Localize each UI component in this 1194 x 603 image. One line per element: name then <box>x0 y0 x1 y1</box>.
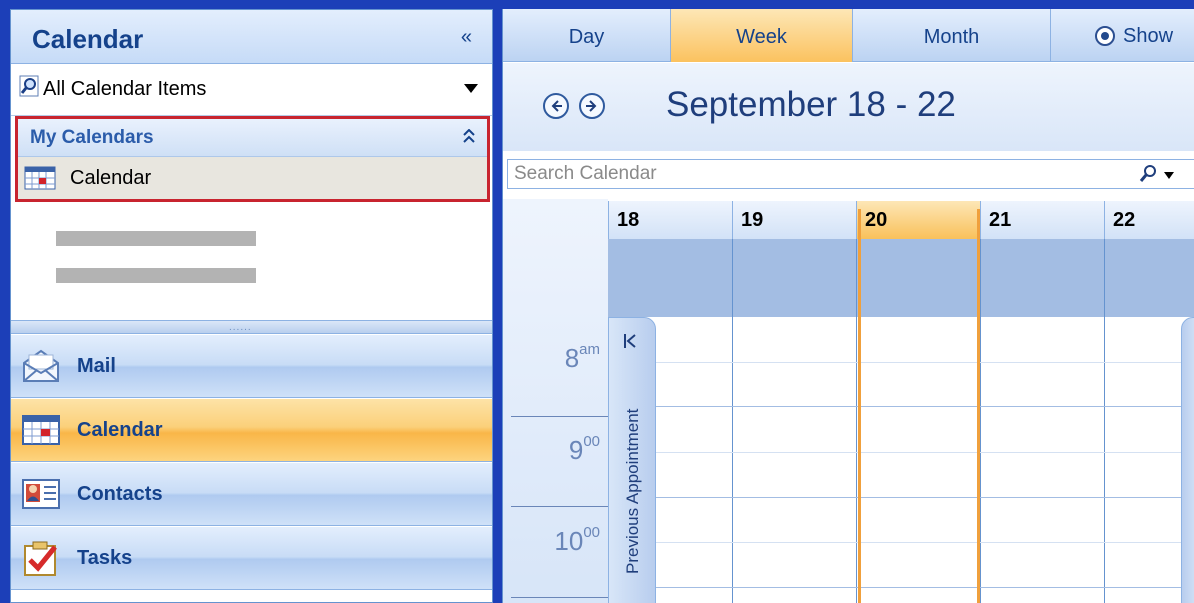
calendar-item-label: Calendar <box>70 167 152 189</box>
nav-button-tasks[interactable]: Tasks <box>11 527 492 590</box>
day-header-18[interactable]: 18 <box>608 201 732 239</box>
day-column-19[interactable] <box>732 317 855 603</box>
pane-splitter[interactable]: ...... <box>11 320 492 334</box>
nav-button-label: Mail <box>77 355 116 377</box>
calendar-icon <box>22 415 60 445</box>
calendar-pane: Day Week Month Show September 18 - 22 8a… <box>502 9 1194 603</box>
day-column-21[interactable] <box>980 317 1103 603</box>
hour-tick <box>511 506 608 507</box>
chevron-down-icon[interactable] <box>1164 172 1174 179</box>
forward-arrow-icon[interactable] <box>579 93 605 119</box>
collapse-group-icon[interactable] <box>463 128 475 147</box>
magnifier-icon <box>19 75 39 97</box>
day-header-19[interactable]: 19 <box>732 201 856 239</box>
search-input[interactable] <box>508 160 1128 188</box>
nav-button-label: Contacts <box>77 483 163 505</box>
grip-icon: ...... <box>229 322 252 333</box>
date-range-title: September 18 - 22 <box>666 85 956 124</box>
search-bar <box>507 159 1194 189</box>
mail-icon <box>23 349 59 382</box>
nav-header: Calendar « <box>11 10 492 64</box>
day-column-22[interactable] <box>1104 317 1181 603</box>
view-selector-label: All Calendar Items <box>43 78 207 100</box>
chevron-down-icon[interactable] <box>464 84 478 93</box>
day-header-21[interactable]: 21 <box>980 201 1104 239</box>
calendar-view-selector[interactable]: All Calendar Items <box>11 64 492 116</box>
date-navigation-bar: September 18 - 22 <box>503 63 1194 151</box>
day-column-20[interactable] <box>856 317 979 603</box>
collapse-pane-button[interactable]: « <box>461 26 472 49</box>
first-icon <box>623 332 637 355</box>
tab-month[interactable]: Month <box>853 9 1051 62</box>
day-column-18[interactable] <box>656 317 732 603</box>
nav-button-label: Tasks <box>77 547 133 569</box>
tab-day[interactable]: Day <box>503 9 671 62</box>
nav-button-mail[interactable]: Mail <box>11 335 492 398</box>
nav-title: Calendar <box>32 24 144 54</box>
placeholder-bar <box>56 231 256 246</box>
show-radio-button[interactable] <box>1095 26 1115 46</box>
contacts-icon <box>22 479 60 509</box>
back-arrow-icon[interactable] <box>543 93 569 119</box>
time-label-9: 900 <box>568 433 600 465</box>
tasks-icon <box>24 541 57 576</box>
hour-tick <box>511 597 608 598</box>
time-gutter: 8am 900 1000 <box>503 199 608 603</box>
view-tabbar: Day Week Month Show <box>503 9 1194 62</box>
nav-button-label: Calendar <box>77 419 163 441</box>
nav-button-contacts[interactable]: Contacts <box>11 463 492 526</box>
my-calendars-title: My Calendars <box>30 127 154 148</box>
tab-week[interactable]: Week <box>671 9 853 62</box>
day-header-22[interactable]: 22 <box>1104 201 1194 239</box>
previous-appointment-label: Previous Appointment <box>623 408 642 574</box>
all-day-event-area[interactable] <box>608 239 1194 317</box>
placeholder-bar <box>56 268 256 283</box>
calendar-icon <box>24 166 56 190</box>
time-label-8am: 8am <box>564 341 600 373</box>
my-calendars-header[interactable]: My Calendars <box>18 119 487 157</box>
next-appointment-tab[interactable] <box>1181 317 1194 603</box>
show-option-label: Show <box>1123 25 1174 47</box>
calendar-list-item[interactable]: Calendar <box>18 157 487 199</box>
search-icon[interactable] <box>1138 164 1158 184</box>
hour-tick <box>511 416 608 417</box>
navigation-pane: Calendar « All Calendar Items My Calenda… <box>10 9 493 603</box>
week-grid: 8am 900 1000 18 19 20 21 22 Previous App… <box>503 199 1194 603</box>
my-calendars-group: My Calendars Calendar <box>15 116 490 202</box>
day-header-20[interactable]: 20 <box>856 201 980 239</box>
previous-appointment-tab[interactable]: Previous Appointment <box>608 317 656 603</box>
time-label-10: 1000 <box>554 524 600 556</box>
nav-button-calendar[interactable]: Calendar <box>11 399 492 462</box>
